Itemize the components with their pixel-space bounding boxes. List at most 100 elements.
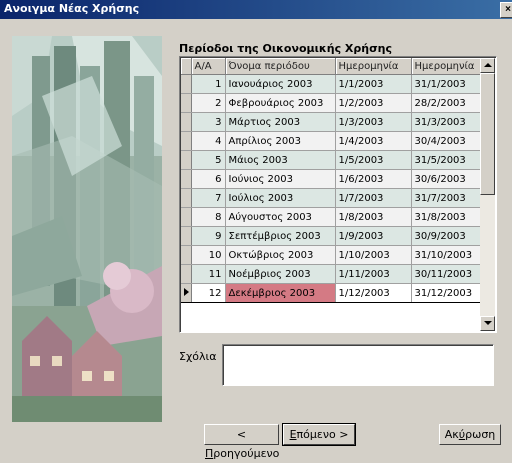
column-header-end-date[interactable]: Ημερομηνία	[411, 58, 482, 75]
cell-start-date[interactable]: 1/1/2003	[335, 74, 412, 94]
row-indicator[interactable]	[181, 112, 192, 132]
cell-period-name[interactable]: Νοέμβριος 2003	[225, 264, 336, 284]
table-row[interactable]: 11 Νοέμβριος 2003 1/11/2003 30/11/2003	[181, 264, 482, 284]
next-button-hotkey: Ε	[289, 428, 297, 441]
column-header-start-date[interactable]: Ημερομηνία	[335, 58, 412, 75]
cell-aa[interactable]: 3	[191, 112, 226, 132]
column-header-period-name[interactable]: Όνομα περιόδου	[225, 58, 336, 75]
previous-button-hotkey: Π	[205, 447, 214, 460]
row-indicator[interactable]	[181, 264, 192, 284]
cancel-button[interactable]: Ακύρωση	[439, 424, 501, 445]
cell-aa[interactable]: 7	[191, 188, 226, 208]
cell-end-date[interactable]: 31/3/2003	[411, 112, 482, 132]
row-indicator-header	[181, 58, 192, 75]
cell-start-date[interactable]: 1/4/2003	[335, 131, 412, 151]
row-indicator[interactable]	[181, 93, 192, 113]
cell-period-name[interactable]: Σεπτέμβριος 2003	[225, 226, 336, 246]
cell-end-date[interactable]: 31/8/2003	[411, 207, 482, 227]
previous-button-arrow: <	[236, 428, 247, 441]
table-row[interactable]: 8 Αύγουστος 2003 1/8/2003 31/8/2003	[181, 207, 482, 227]
table-row[interactable]: 7 Ιούλιος 2003 1/7/2003 31/7/2003	[181, 188, 482, 208]
cell-period-name[interactable]: Αύγουστος 2003	[225, 207, 336, 227]
cell-end-date[interactable]: 31/5/2003	[411, 150, 482, 170]
cell-period-name[interactable]: Μάρτιος 2003	[225, 112, 336, 132]
current-row-arrow-icon	[184, 287, 190, 296]
cell-start-date[interactable]: 1/10/2003	[335, 245, 412, 265]
table-row[interactable]: 6 Ιούνιος 2003 1/6/2003 30/6/2003	[181, 169, 482, 189]
column-header-aa[interactable]: Α/Α	[191, 58, 226, 75]
cell-start-date[interactable]: 1/12/2003	[335, 283, 412, 303]
cell-period-name[interactable]: Οκτώβριος 2003	[225, 245, 336, 265]
next-button[interactable]: Επόμενο >	[282, 423, 356, 446]
dialog-window: Ανοιγμα Νέας Χρήσης × Περίοδοι της Οικον…	[0, 0, 512, 460]
cell-aa[interactable]: 6	[191, 169, 226, 189]
table-row[interactable]: 5 Μάιος 2003 1/5/2003 31/5/2003	[181, 150, 482, 170]
row-indicator[interactable]	[181, 188, 192, 208]
cell-period-name[interactable]: Φεβρουάριος 2003	[225, 93, 336, 113]
cell-start-date[interactable]: 1/5/2003	[335, 150, 412, 170]
cell-aa[interactable]: 2	[191, 93, 226, 113]
table-body: 1 Ιανουάριος 2003 1/1/2003 31/1/2003 2 Φεβρου…	[181, 74, 482, 303]
cell-start-date[interactable]: 1/3/2003	[335, 112, 412, 132]
cell-end-date[interactable]: 28/2/2003	[411, 93, 482, 113]
cell-end-date[interactable]: 30/11/2003	[411, 264, 482, 284]
table-row[interactable]: 1 Ιανουάριος 2003 1/1/2003 31/1/2003	[181, 74, 482, 94]
previous-button[interactable]: < Προηγούμενο	[204, 424, 279, 460]
row-indicator[interactable]	[181, 150, 192, 170]
next-button-label: πόμενο >	[296, 428, 349, 441]
table-row[interactable]: 2 Φεβρουάριος 2003 1/2/2003 28/2/2003	[181, 93, 482, 113]
cell-aa[interactable]: 10	[191, 245, 226, 265]
row-indicator[interactable]	[181, 207, 192, 227]
cell-end-date[interactable]: 31/7/2003	[411, 188, 482, 208]
cell-end-date[interactable]: 31/12/2003	[411, 283, 482, 303]
cell-aa[interactable]: 12	[191, 283, 226, 303]
cell-aa[interactable]: 5	[191, 150, 226, 170]
vertical-scrollbar[interactable]	[480, 58, 495, 331]
cell-start-date[interactable]: 1/8/2003	[335, 207, 412, 227]
cell-period-name[interactable]: Ιούλιος 2003	[225, 188, 336, 208]
cell-start-date[interactable]: 1/7/2003	[335, 188, 412, 208]
cell-start-date[interactable]: 1/2/2003	[335, 93, 412, 113]
close-icon[interactable]: ×	[500, 2, 512, 18]
arrow-down-icon	[484, 321, 492, 325]
cell-start-date[interactable]: 1/9/2003	[335, 226, 412, 246]
cell-end-date[interactable]: 30/9/2003	[411, 226, 482, 246]
table-row[interactable]: 3 Μάρτιος 2003 1/3/2003 31/3/2003	[181, 112, 482, 132]
row-indicator[interactable]	[181, 131, 192, 151]
cell-period-name[interactable]: Απρίλιος 2003	[225, 131, 336, 151]
cell-aa[interactable]: 4	[191, 131, 226, 151]
scroll-up-button[interactable]	[480, 58, 495, 73]
cell-period-name[interactable]: Μάιος 2003	[225, 150, 336, 170]
cell-end-date[interactable]: 31/10/2003	[411, 245, 482, 265]
table-row[interactable]: 4 Απρίλιος 2003 1/4/2003 30/4/2003	[181, 131, 482, 151]
cell-start-date[interactable]: 1/6/2003	[335, 169, 412, 189]
cell-end-date[interactable]: 30/4/2003	[411, 131, 482, 151]
row-indicator[interactable]	[181, 74, 192, 94]
table-row[interactable]: 12 Δεκέμβριος 2003 1/12/2003 31/12/2003	[181, 283, 482, 303]
table-row[interactable]: 10 Οκτώβριος 2003 1/10/2003 31/10/2003	[181, 245, 482, 265]
cell-aa[interactable]: 8	[191, 207, 226, 227]
cell-aa[interactable]: 1	[191, 74, 226, 94]
cell-period-name[interactable]: Δεκέμβριος 2003	[225, 283, 336, 303]
row-indicator[interactable]	[181, 169, 192, 189]
periods-table: Α/Α Όνομα περιόδου Ημερομηνία Ημερομηνία…	[181, 58, 482, 303]
cell-end-date[interactable]: 31/1/2003	[411, 74, 482, 94]
scroll-down-button[interactable]	[480, 316, 495, 331]
periods-grid[interactable]: Α/Α Όνομα περιόδου Ημερομηνία Ημερομηνία…	[179, 56, 497, 333]
table-header-row: Α/Α Όνομα περιόδου Ημερομηνία Ημερομηνία	[181, 58, 482, 75]
row-indicator[interactable]	[181, 245, 192, 265]
cell-end-date[interactable]: 30/6/2003	[411, 169, 482, 189]
cell-aa[interactable]: 11	[191, 264, 226, 284]
row-indicator[interactable]	[181, 283, 192, 303]
cell-aa[interactable]: 9	[191, 226, 226, 246]
cancel-button-label: ρωση	[465, 428, 496, 441]
table-row[interactable]: 9 Σεπτέμβριος 2003 1/9/2003 30/9/2003	[181, 226, 482, 246]
cell-period-name[interactable]: Ιανουάριος 2003	[225, 74, 336, 94]
cancel-button-pre: Ακ	[444, 428, 459, 441]
previous-button-label: ροηγούμενο	[213, 447, 280, 460]
notes-textarea[interactable]	[222, 344, 494, 386]
cell-period-name[interactable]: Ιούνιος 2003	[225, 169, 336, 189]
row-indicator[interactable]	[181, 226, 192, 246]
cell-start-date[interactable]: 1/11/2003	[335, 264, 412, 284]
scroll-thumb[interactable]	[480, 73, 495, 195]
